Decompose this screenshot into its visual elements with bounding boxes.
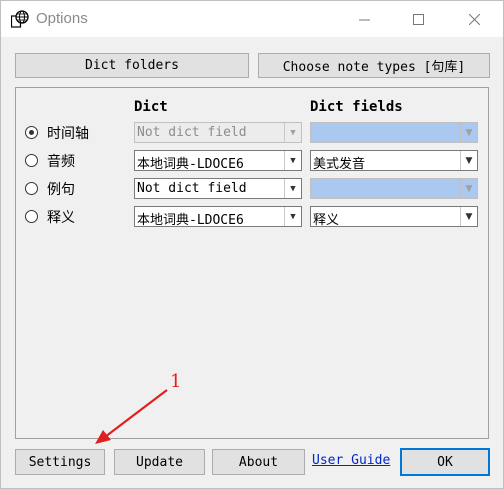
radio-audio[interactable] [25,154,38,167]
field-select-value: 美式发音 [313,157,366,172]
chevron-down-icon: ▼ [460,151,477,170]
close-icon [468,13,480,25]
dict-select-value: 本地词典-LDOCE6 [137,157,244,172]
ok-button[interactable]: OK [400,448,490,476]
dict-select-value: 本地词典-LDOCE6 [137,213,244,228]
minimize-icon [358,19,370,20]
options-window: Options Dict folders Choose note types [… [0,0,504,489]
field-select-audio[interactable]: 美式发音 ▼ [310,150,478,172]
radio-timeline[interactable] [25,126,38,139]
settings-button[interactable]: Settings [15,449,105,475]
window-title: Options [36,10,88,27]
field-select-timeline[interactable]: ▼ [310,122,478,143]
radio-definition[interactable] [25,210,38,223]
dict-folders-button[interactable]: Dict folders [15,53,249,78]
dict-select-timeline[interactable]: Not dict field ▼ [134,122,302,143]
globe-book-icon [11,10,29,28]
field-select-definition[interactable]: 释义 ▼ [310,206,478,228]
dict-fields-column-header: Dict fields [310,99,403,115]
chevron-down-icon: ▼ [284,123,301,142]
user-guide-link[interactable]: User Guide [312,453,390,468]
row-label-example: 例句 [47,182,75,198]
annotation-arrow-icon [95,389,168,444]
annotation-number: 1 [170,371,182,392]
dict-select-value: Not dict field [137,125,247,140]
radio-selected-dot [29,130,34,135]
chevron-down-icon: ▼ [460,207,477,226]
row-label-audio: 音频 [47,154,75,170]
dict-select-definition[interactable]: 本地词典-LDOCE6 ▼ [134,206,302,228]
close-button[interactable] [451,1,497,37]
chevron-down-icon: ▼ [460,179,477,198]
chevron-down-icon: ▼ [284,207,301,226]
chevron-down-icon: ▼ [460,123,477,142]
radio-example[interactable] [25,182,38,195]
field-select-example[interactable]: ▼ [310,178,478,199]
minimize-button[interactable] [341,1,387,37]
maximize-button[interactable] [395,1,441,37]
choose-note-types-button[interactable]: Choose note types [句库] [258,53,490,78]
dict-select-example[interactable]: Not dict field ▼ [134,178,302,199]
update-button[interactable]: Update [114,449,205,475]
title-bar: Options [1,1,503,37]
dict-select-audio[interactable]: 本地词典-LDOCE6 ▼ [134,150,302,172]
field-select-value: 释义 [313,213,340,228]
dict-select-value: Not dict field [137,181,247,196]
row-label-definition: 释义 [47,210,75,226]
row-label-timeline: 时间轴 [47,126,89,142]
dict-column-header: Dict [134,99,168,115]
maximize-icon [412,13,424,25]
chevron-down-icon: ▼ [284,179,301,198]
about-button[interactable]: About [212,449,305,475]
chevron-down-icon: ▼ [284,151,301,170]
